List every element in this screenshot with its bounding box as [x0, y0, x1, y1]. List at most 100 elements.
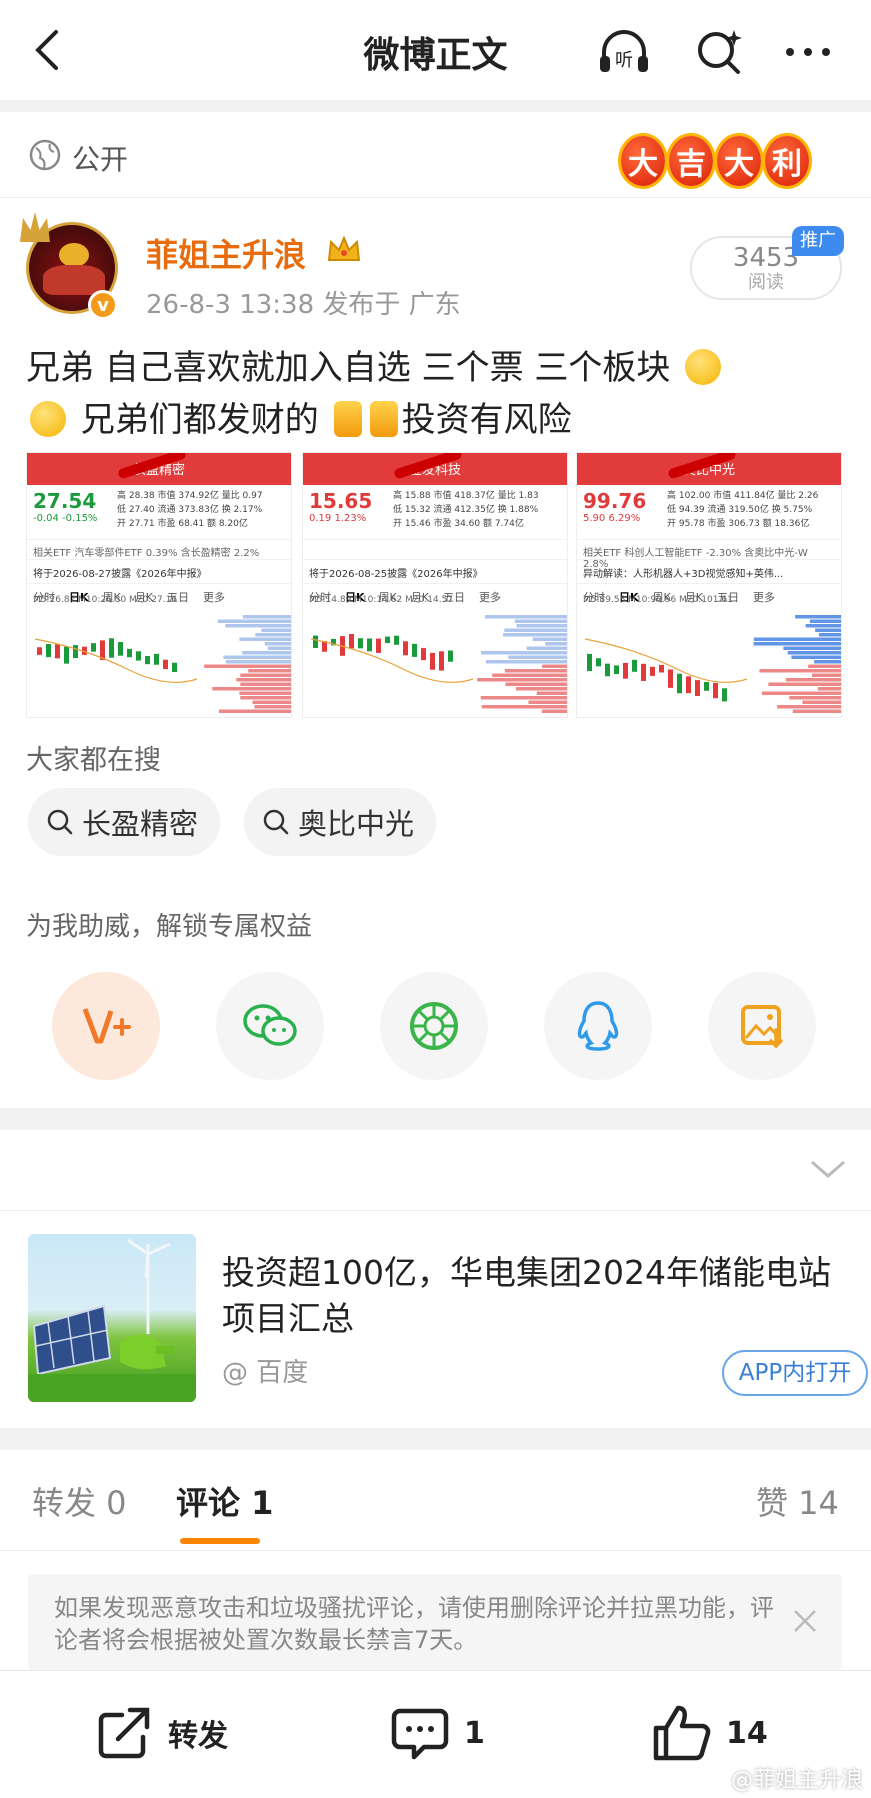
ma-row: M5:89.58 M10:90.96 M20:101.61: [583, 595, 733, 605]
tab-repost[interactable]: 转发 0: [32, 1478, 127, 1524]
candle: [605, 663, 610, 677]
read-label: 阅读: [748, 272, 784, 293]
volume-profile-bar: [204, 664, 291, 668]
volume-profile-bar: [815, 628, 841, 632]
volume-profile-bar: [503, 633, 567, 637]
candlestick-chart: [34, 615, 291, 713]
candle: [358, 638, 363, 649]
volume-profile-bar: [526, 646, 567, 650]
stock-screenshot-image[interactable]: 长盈精密 27.54 -0.04 -0.15% 高 28.38 市值 374.92亿 …: [26, 452, 292, 718]
post-text-part: 兄弟 自己喜欢就加入自选 三个票 三个板块: [26, 348, 671, 388]
post-text-part: 兄弟们都发财的: [80, 400, 319, 440]
candle: [421, 648, 426, 661]
volume-profile-bar: [217, 619, 291, 623]
thumbs-up-icon: [653, 1705, 711, 1761]
stock-screenshot-image[interactable]: 奥比中光 99.76 5.90 6.29% 高 102.00 市值 411.84亿 量…: [576, 452, 842, 718]
candle: [641, 663, 646, 681]
active-tab-indicator: [180, 1538, 260, 1544]
stock-quote-grid: 高 28.38 市值 374.92亿 量比 0.97 低 27.40 流通 373…: [117, 489, 263, 531]
volume-profile-bar: [492, 673, 567, 677]
author-name[interactable]: 菲姐主升浪: [146, 230, 306, 276]
candle: [659, 664, 664, 673]
volume-profile-bar: [795, 615, 841, 619]
etf-row: 相关ETF 科创人工智能ETF -2.30% 含奥比中光-W 2.8%: [577, 539, 841, 570]
search-pill-label: 奥比中光: [298, 807, 415, 841]
volume-profile-bar: [791, 655, 841, 659]
candle: [394, 635, 399, 645]
volume-profile-bar: [545, 642, 567, 646]
volume-profile-bar: [477, 678, 567, 682]
comment-button[interactable]: 1: [390, 1705, 485, 1761]
search-icon[interactable]: [692, 24, 748, 80]
volume-profile-bar: [516, 687, 567, 691]
volume-profile-bar: [225, 660, 291, 664]
chevron-down-icon[interactable]: [808, 1150, 848, 1190]
volume-profile-bar: [762, 691, 841, 695]
close-icon[interactable]: [790, 1606, 820, 1636]
volume-profile-bar: [802, 700, 841, 704]
qq-share-button[interactable]: [544, 972, 652, 1080]
volume-profile-bar: [514, 619, 567, 623]
volume-profile-bar: [254, 705, 291, 709]
candle: [430, 652, 435, 670]
save-image-button[interactable]: [708, 972, 816, 1080]
moments-share-button[interactable]: [380, 972, 488, 1080]
volume-profile-bar: [223, 655, 291, 659]
listen-headphone-icon[interactable]: 听: [596, 24, 652, 80]
quote-row: 低 15.32 流通 412.35亿 换 1.88%: [393, 505, 539, 515]
candle: [614, 665, 619, 674]
candle: [64, 646, 69, 664]
stock-quote-grid: 高 15.88 市值 418.37亿 量比 1.83 低 15.32 流通 412…: [393, 489, 539, 531]
volume-profile-bar: [808, 664, 841, 668]
luck-char: 利: [765, 136, 809, 186]
volume-profile-bar: [504, 669, 567, 673]
volume-profile-bar: [817, 687, 841, 691]
save-image-icon: [741, 1005, 783, 1049]
search-pill[interactable]: 奥比中光: [244, 788, 437, 856]
stock-screenshot-image[interactable]: 金发科技 15.65 0.19 1.23% 高 15.88 市值 418.37亿 量比…: [302, 452, 568, 718]
volume-profile-bar: [481, 705, 567, 709]
related-title[interactable]: 投资超100亿，华电集团2024年储能电站项目汇总: [222, 1250, 852, 1342]
like-button[interactable]: 14: [652, 1705, 768, 1761]
quote-row: 开 95.78 市盈 306.73 额 18.36亿: [667, 519, 810, 529]
candle: [668, 669, 673, 688]
wechat-share-button[interactable]: [216, 972, 324, 1080]
visibility-label: 公开: [72, 143, 129, 176]
search-pill[interactable]: 长盈精密: [28, 788, 221, 856]
quote-row: 低 94.39 流通 319.50亿 换 5.75%: [667, 505, 813, 515]
qq-icon: [577, 1001, 619, 1051]
volume-profile-bar: [528, 700, 567, 704]
volume-profile-bar: [805, 624, 841, 628]
volume-profile-bar: [218, 709, 291, 713]
search-icon: [47, 809, 73, 835]
stock-header: 奥比中光: [577, 453, 841, 485]
comment-icon: [391, 1708, 449, 1760]
more-dots-icon[interactable]: [780, 24, 836, 80]
repost-label: 转发: [168, 1719, 228, 1754]
candle: [136, 651, 141, 661]
volume-profile-bar: [480, 651, 567, 655]
volume-profile-bar: [516, 624, 567, 628]
tab-comment[interactable]: 评论 1: [176, 1478, 273, 1524]
volume-profile-bar: [542, 664, 567, 668]
stock-header: 长盈精密: [27, 453, 291, 485]
ma-row: M5:26.87 M10:26.30 M20:27.16: [33, 595, 178, 605]
repost-button[interactable]: 转发: [96, 1705, 228, 1761]
etf-row: [303, 539, 567, 559]
related-thumbnail[interactable]: [28, 1234, 196, 1402]
volume-profile-bar: [239, 691, 291, 695]
stock-header: 金发科技: [303, 453, 567, 485]
volume-profile-bar: [768, 682, 841, 686]
candle: [439, 651, 444, 671]
v-plus-button[interactable]: [52, 972, 160, 1080]
post-text: 兄弟 自己喜欢就加入自选 三个票 三个板块 兄弟们都发财的 投资有风险: [26, 342, 856, 446]
down-arrow-emoji-icon: [333, 401, 362, 437]
tab-like[interactable]: 赞 14: [756, 1478, 839, 1524]
open-in-app-button[interactable]: APP内打开: [722, 1350, 868, 1396]
volume-profile-bar: [783, 646, 841, 650]
volume-profile-bar: [239, 637, 291, 641]
candle: [46, 644, 51, 658]
volume-profile-bar: [792, 709, 841, 713]
candle: [686, 676, 691, 694]
promo-tag[interactable]: 推广: [792, 226, 844, 256]
